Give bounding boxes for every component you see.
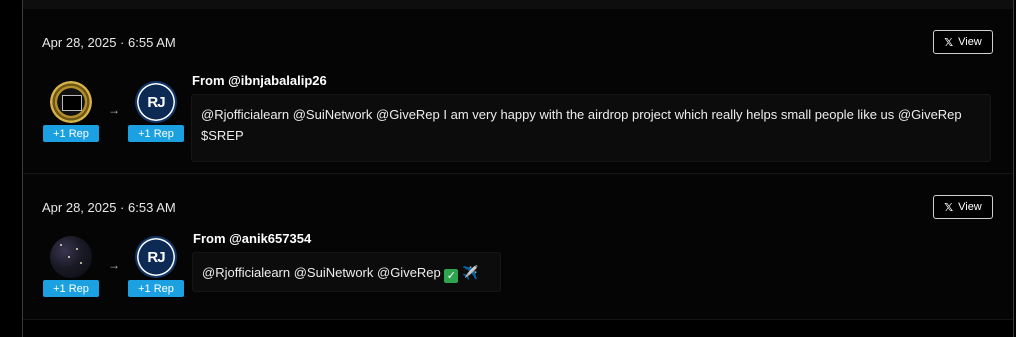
view-button[interactable]: 𝕏 View [933,30,993,54]
message-text: @Rjofficialearn @SuiNetwork @GiveRep I a… [201,107,962,143]
from-label[interactable]: From @ibnjabalalip26 [192,73,327,88]
timestamp: Apr 28, 2025 · 6:53 AM [42,200,176,215]
check-mark-icon: ✓ [444,269,459,283]
receiver-avatar[interactable]: RJ [135,236,177,278]
feed-item: Apr 28, 2025 · 6:53 AM 𝕏 View +1 Rep → R… [23,174,1013,320]
avatar-initials: RJ [147,248,165,266]
view-button-label: View [958,201,982,213]
x-logo-icon: 𝕏 [944,201,954,214]
giver: +1 Rep [43,81,99,142]
rep-badge: +1 Rep [128,280,184,297]
rep-badge: +1 Rep [43,280,99,297]
timestamp: Apr 28, 2025 · 6:55 AM [42,35,176,50]
arrow-right-icon: → [108,103,120,117]
rep-badge: +1 Rep [128,125,184,142]
activity-feed-panel: Apr 28, 2025 · 6:55 AM 𝕏 View +1 Rep → R… [0,0,1016,337]
from-label[interactable]: From @anik657354 [193,231,311,246]
receiver: RJ +1 Rep [128,236,184,297]
message-box: @Rjofficialearn @SuiNetwork @GiveRep I a… [191,94,991,162]
receiver: RJ +1 Rep [128,81,184,142]
receiver-avatar[interactable]: RJ [135,81,177,123]
giver-avatar[interactable] [50,236,92,278]
giver: +1 Rep [43,236,99,297]
airplane-icon: ✈️ [462,265,479,280]
giver-avatar[interactable] [50,81,92,123]
view-button-label: View [958,36,982,48]
feed-list: Apr 28, 2025 · 6:55 AM 𝕏 View +1 Rep → R… [23,9,1013,320]
message-box: @Rjofficialearn @SuiNetwork @GiveRep ✓ ✈… [192,252,501,292]
right-divider [1013,0,1014,337]
message-text: @Rjofficialearn @SuiNetwork @GiveRep [202,265,441,280]
rep-badge: +1 Rep [43,125,99,142]
avatar-initials: RJ [147,93,165,111]
view-button[interactable]: 𝕏 View [933,195,993,219]
feed-item: Apr 28, 2025 · 6:55 AM 𝕏 View +1 Rep → R… [23,9,1013,174]
top-band [23,0,1013,9]
arrow-right-icon: → [108,258,120,272]
x-logo-icon: 𝕏 [944,36,954,49]
